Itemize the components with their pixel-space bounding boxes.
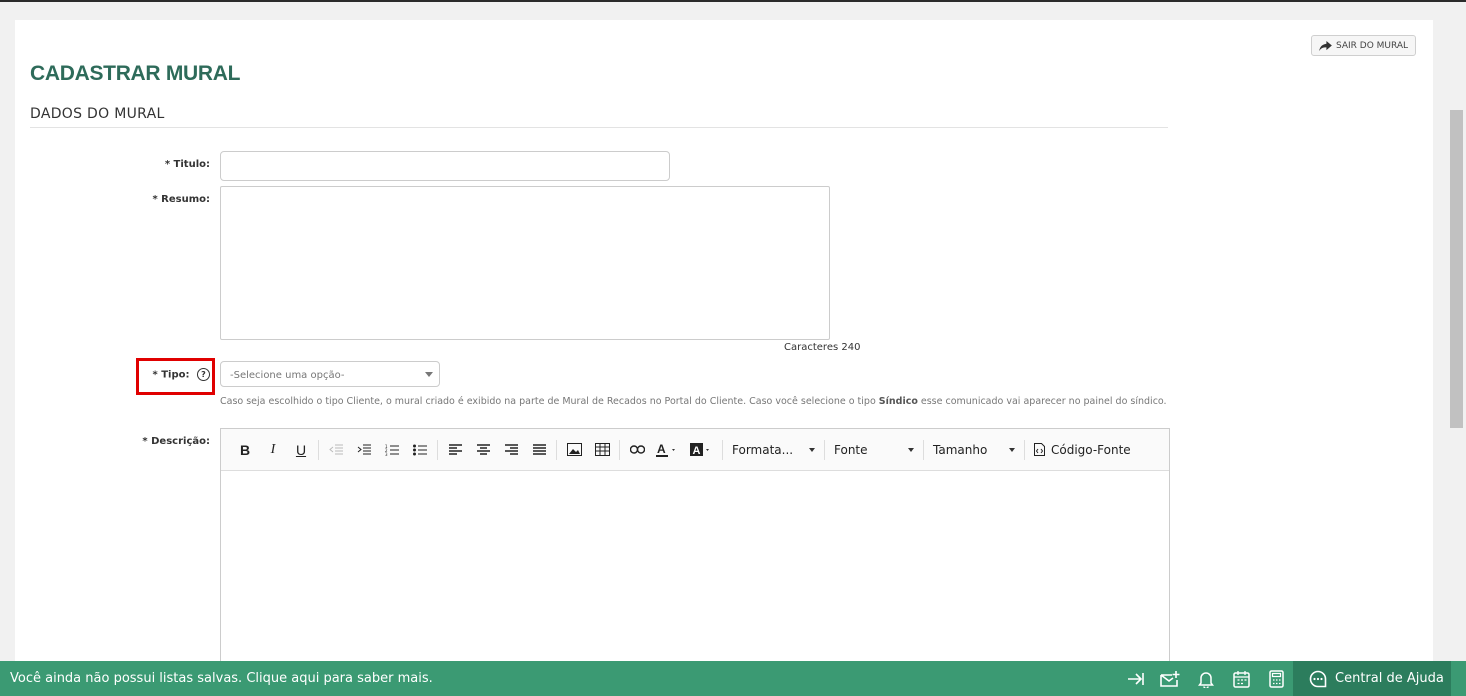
scrollbar-thumb[interactable]	[1450, 110, 1463, 428]
caret-down-icon	[908, 447, 914, 452]
resumo-label-text: Resumo:	[161, 194, 210, 205]
resumo-label: * Resumo:	[130, 194, 210, 205]
top-border	[0, 0, 1466, 2]
align-left-icon[interactable]	[441, 438, 469, 462]
background-color-icon[interactable]: A	[685, 438, 719, 462]
tipo-select[interactable]: -Selecione uma opção-	[220, 361, 440, 387]
bullet-list-icon[interactable]	[406, 438, 434, 462]
source-code-button[interactable]: Código-Fonte	[1028, 438, 1137, 462]
align-center-icon[interactable]	[469, 438, 497, 462]
section-title: DADOS DO MURAL	[30, 106, 165, 122]
tipo-hint-pre: Caso seja escolhido o tipo Cliente, o mu…	[220, 396, 879, 407]
size-dropdown-label: Tamanho	[933, 442, 988, 457]
tipo-select-value: -Selecione uma opção-	[230, 370, 345, 381]
calculator-icon[interactable]	[1266, 669, 1286, 689]
help-question-icon[interactable]: ?	[197, 368, 210, 381]
font-dropdown[interactable]: Fonte	[828, 438, 920, 462]
section-divider	[30, 127, 1168, 128]
svg-text:A: A	[693, 445, 701, 457]
text-color-icon[interactable]: A	[651, 438, 685, 462]
size-dropdown[interactable]: Tamanho	[927, 438, 1021, 462]
calendar-icon[interactable]	[1231, 669, 1251, 689]
toolbar-separator	[318, 439, 319, 460]
saved-lists-message[interactable]: Você ainda não possui listas salvas. Cli…	[10, 671, 433, 686]
toolbar-separator	[437, 439, 438, 460]
format-dropdown[interactable]: Formata...	[726, 438, 821, 462]
underline-button[interactable]: U	[287, 438, 315, 462]
exit-mural-label: SAIR DO MURAL	[1335, 40, 1409, 51]
font-dropdown-label: Fonte	[834, 442, 868, 457]
align-right-icon[interactable]	[497, 438, 525, 462]
link-icon[interactable]	[623, 438, 651, 462]
editor-content-area[interactable]	[221, 471, 1169, 667]
svg-text:3: 3	[385, 452, 388, 456]
descricao-label-text: Descrição:	[151, 436, 210, 447]
indent-icon[interactable]	[350, 438, 378, 462]
editor-toolbar: B I U 123 A A Formata... Fonte Tamanho C…	[221, 429, 1169, 471]
toolbar-separator	[923, 439, 924, 460]
chat-bubble-icon	[1309, 670, 1327, 687]
table-icon[interactable]	[588, 438, 616, 462]
bold-button[interactable]: B	[231, 438, 259, 462]
caret-down-icon	[425, 372, 433, 377]
required-mark: *	[152, 194, 158, 205]
caret-down-icon	[1009, 447, 1015, 452]
titulo-input[interactable]	[220, 151, 670, 181]
tipo-label: * Tipo: ?	[140, 368, 210, 381]
svg-text:A: A	[657, 443, 666, 456]
required-mark: *	[164, 159, 171, 170]
titulo-label: * Titulo:	[140, 159, 210, 170]
bell-icon[interactable]	[1196, 669, 1216, 689]
bottom-bar: Você ainda não possui listas salvas. Cli…	[0, 661, 1466, 696]
character-counter: Caracteres 240	[784, 342, 861, 353]
mail-add-icon[interactable]	[1160, 669, 1180, 689]
toolbar-separator	[619, 439, 620, 460]
align-justify-icon[interactable]	[525, 438, 553, 462]
descricao-label: * Descrição:	[120, 436, 210, 447]
share-arrow-icon	[1319, 40, 1332, 51]
help-center-button[interactable]: Central de Ajuda	[1293, 661, 1451, 696]
tipo-hint-bold: Síndico	[878, 396, 918, 407]
toolbar-separator	[722, 439, 723, 460]
rich-text-editor: B I U 123 A A Formata... Fonte Tamanho C…	[220, 428, 1170, 668]
source-code-icon	[1034, 443, 1045, 456]
page-title: CADASTRAR MURAL	[30, 62, 241, 85]
italic-button[interactable]: I	[259, 438, 287, 462]
toolbar-separator	[824, 439, 825, 460]
format-dropdown-label: Formata...	[732, 442, 794, 457]
help-center-label: Central de Ajuda	[1335, 671, 1444, 686]
source-code-label: Código-Fonte	[1051, 442, 1131, 457]
collapse-arrow-icon[interactable]	[1126, 669, 1146, 689]
required-mark: *	[142, 436, 148, 447]
tipo-hint-post: esse comunicado vai aparecer no painel d…	[917, 396, 1167, 407]
toolbar-separator	[556, 439, 557, 460]
numbered-list-icon[interactable]: 123	[378, 438, 406, 462]
toolbar-separator	[1024, 439, 1025, 460]
required-mark: *	[152, 369, 158, 381]
resumo-textarea[interactable]	[220, 186, 830, 340]
caret-down-icon	[809, 447, 815, 452]
outdent-icon[interactable]	[322, 438, 350, 462]
tipo-hint-text: Caso seja escolhido o tipo Cliente, o mu…	[220, 394, 1170, 409]
titulo-label-text: Titulo:	[173, 159, 210, 170]
exit-mural-button[interactable]: SAIR DO MURAL	[1311, 35, 1416, 56]
tipo-label-text: Tipo:	[161, 369, 190, 381]
image-icon[interactable]	[560, 438, 588, 462]
